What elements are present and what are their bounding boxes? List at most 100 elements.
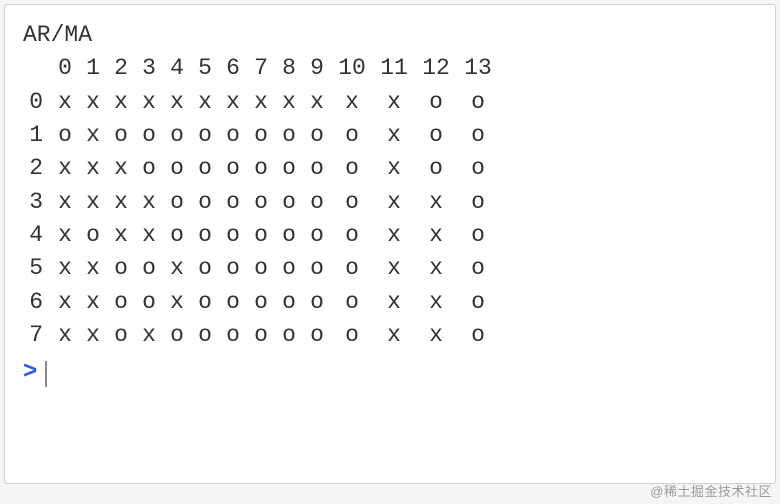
cell: o (457, 86, 499, 119)
cell: o (415, 86, 457, 119)
cell: o (303, 119, 331, 152)
cell: x (79, 186, 107, 219)
cell: o (191, 252, 219, 285)
cell: x (79, 152, 107, 185)
cell: x (415, 219, 457, 252)
cell: o (457, 119, 499, 152)
cell: o (163, 219, 191, 252)
row-header: 2 (23, 152, 51, 185)
cell: o (303, 252, 331, 285)
cell: x (247, 86, 275, 119)
cell: x (415, 286, 457, 319)
cell: x (373, 152, 415, 185)
cell: o (303, 186, 331, 219)
cell: o (457, 252, 499, 285)
cell: x (51, 286, 79, 319)
cell: o (303, 219, 331, 252)
cell: o (303, 319, 331, 352)
cell: o (107, 319, 135, 352)
cell: o (331, 319, 373, 352)
cell: o (331, 252, 373, 285)
cell: x (331, 86, 373, 119)
cell: o (247, 152, 275, 185)
col-header: 4 (163, 52, 191, 85)
cell: o (415, 119, 457, 152)
row-header: 5 (23, 252, 51, 285)
col-header: 2 (107, 52, 135, 85)
cell: o (191, 286, 219, 319)
table-row: 6 x x o o x o o o o o o x x o (23, 286, 499, 319)
cell: o (107, 252, 135, 285)
cell: o (457, 152, 499, 185)
cell: x (107, 219, 135, 252)
table-row: 0 x x x x x x x x x x x x o o (23, 86, 499, 119)
cell: o (163, 119, 191, 152)
cell: o (135, 152, 163, 185)
col-header: 3 (135, 52, 163, 85)
row-header: 6 (23, 286, 51, 319)
cell: o (457, 219, 499, 252)
cell: x (51, 152, 79, 185)
cell: o (331, 286, 373, 319)
row-header: 0 (23, 86, 51, 119)
cell: o (331, 186, 373, 219)
cell: x (373, 186, 415, 219)
cell: o (457, 286, 499, 319)
cell: o (219, 119, 247, 152)
cell: o (219, 286, 247, 319)
cell: x (373, 86, 415, 119)
table-row: 3 x x x x o o o o o o o x x o (23, 186, 499, 219)
cell: o (247, 286, 275, 319)
cell: x (373, 119, 415, 152)
cell: o (219, 186, 247, 219)
cell: o (275, 152, 303, 185)
cell: x (135, 219, 163, 252)
cell: o (191, 219, 219, 252)
cell: o (247, 219, 275, 252)
cell: o (247, 252, 275, 285)
cell: o (457, 186, 499, 219)
row-header: 4 (23, 219, 51, 252)
table-row: 1 o x o o o o o o o o o x o o (23, 119, 499, 152)
cell: x (415, 252, 457, 285)
cell: o (275, 319, 303, 352)
cell: x (79, 286, 107, 319)
cell: o (107, 286, 135, 319)
cell: o (219, 319, 247, 352)
cell: o (191, 186, 219, 219)
col-header: 8 (275, 52, 303, 85)
cell: o (331, 152, 373, 185)
cell: o (107, 119, 135, 152)
cell: o (135, 119, 163, 152)
cell: x (79, 319, 107, 352)
cursor-icon (45, 361, 47, 387)
cell: x (51, 86, 79, 119)
cell: x (107, 186, 135, 219)
cell: x (135, 319, 163, 352)
col-header: 5 (191, 52, 219, 85)
col-header: 11 (373, 52, 415, 85)
cell: x (51, 219, 79, 252)
cell: x (219, 86, 247, 119)
row-header: 3 (23, 186, 51, 219)
console-prompt[interactable]: > (23, 356, 757, 391)
cell: x (163, 286, 191, 319)
cell: o (247, 119, 275, 152)
cell: x (415, 186, 457, 219)
cell: o (191, 319, 219, 352)
cell: o (331, 219, 373, 252)
cell: o (247, 186, 275, 219)
cell: x (51, 252, 79, 285)
cell: o (219, 152, 247, 185)
cell: o (275, 286, 303, 319)
cell: x (415, 319, 457, 352)
cell: o (247, 319, 275, 352)
cell: x (373, 286, 415, 319)
cell: x (191, 86, 219, 119)
cell: o (51, 119, 79, 152)
cell: o (303, 152, 331, 185)
cell: x (135, 86, 163, 119)
cell: o (135, 286, 163, 319)
cell: x (275, 86, 303, 119)
col-header: 12 (415, 52, 457, 85)
